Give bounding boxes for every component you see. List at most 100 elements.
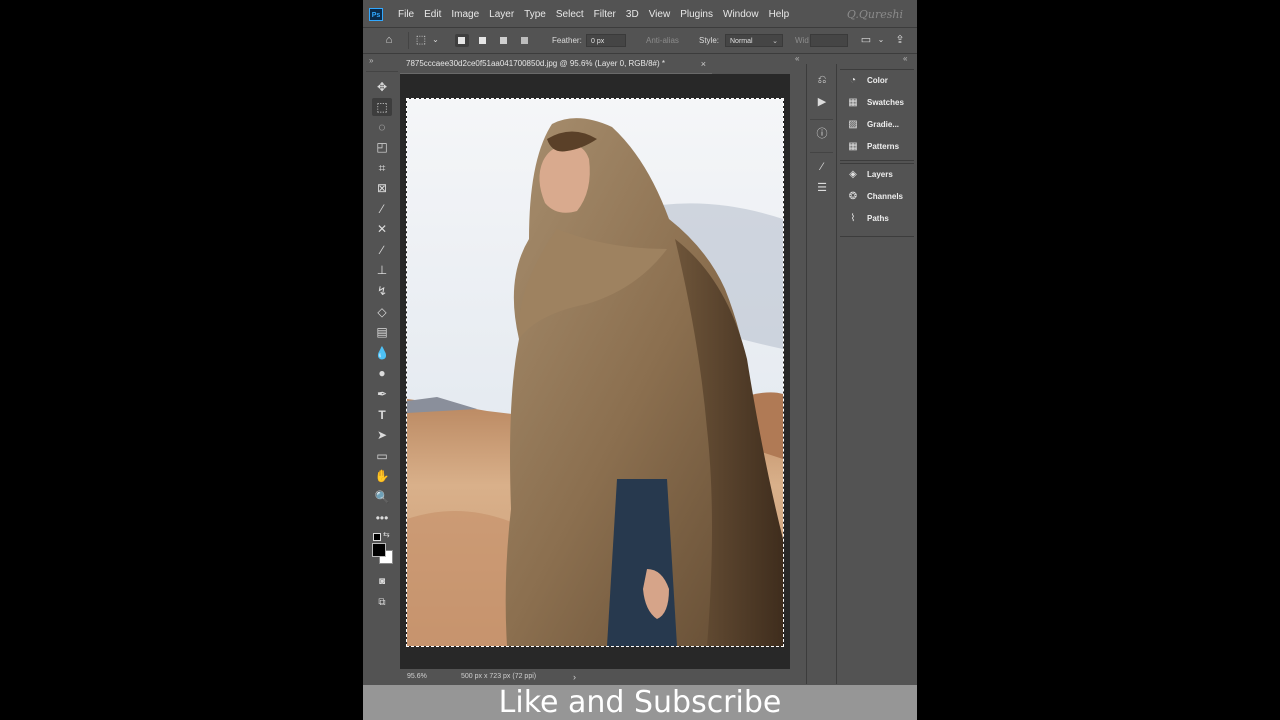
panel-layers[interactable]: ◈ Layers [840, 164, 914, 186]
chevron-down-icon[interactable]: ⌄ [431, 34, 440, 46]
document-tab-title: 7875cccaee30d2ce0f51aa041700850d.jpg @ 9… [406, 59, 665, 68]
panel-label: Patterns [867, 142, 900, 151]
options-bar: ⌂ ⬚ ⌄ Feather: 0 px Anti-alias Style: No… [363, 27, 917, 54]
path-selection-tool-icon[interactable]: ➤ [372, 426, 392, 444]
menu-help[interactable]: Help [764, 3, 795, 27]
photoshop-logo-icon[interactable]: Ps [369, 8, 383, 21]
gradient-tool-icon[interactable]: ▤ [372, 323, 392, 341]
dodge-tool-icon[interactable]: ● [372, 364, 392, 382]
clone-stamp-tool-icon[interactable]: ⊥ [372, 261, 392, 279]
intersect-selection-button[interactable] [518, 34, 532, 47]
adjustments-sliders-icon[interactable]: ☰ [813, 180, 831, 196]
collapse-panels-right-icon[interactable]: « [903, 54, 907, 63]
feather-input[interactable]: 0 px [586, 34, 626, 47]
toolbar: ✥ ⬚ ◌ ◰ ⌗ ⊠ ⁄ ✕ ∕ ⊥ ↯ ◇ ▤ 💧 ● ✒ T ➤ ▭ ✋ … [366, 71, 398, 672]
frame-tool-icon[interactable]: ⊠ [372, 179, 392, 197]
move-tool-icon[interactable]: ✥ [372, 78, 392, 96]
document-canvas[interactable] [406, 98, 784, 647]
crop-tool-icon[interactable]: ⌗ [372, 159, 392, 177]
menu-select[interactable]: Select [551, 3, 589, 27]
canvas-area[interactable] [400, 74, 790, 669]
photoshop-window: Ps File Edit Image Layer Type Select Fil… [363, 0, 917, 720]
paths-pen-icon: ⌇ [850, 213, 856, 224]
collapse-toolbar-icon[interactable]: » [369, 56, 373, 65]
menu-bar: Ps File Edit Image Layer Type Select Fil… [363, 3, 917, 27]
watermark: Q.Qureshi [846, 8, 903, 21]
menu-filter[interactable]: Filter [589, 3, 621, 27]
object-selection-tool-icon[interactable]: ◰ [372, 138, 392, 156]
lasso-tool-icon[interactable]: ◌ [372, 118, 392, 136]
panel-patterns[interactable]: ▦ Patterns [840, 136, 914, 158]
menu-3d[interactable]: 3D [621, 3, 644, 27]
marquee-tool-icon[interactable]: ⬚ [372, 98, 392, 116]
tools-column: » ✥ ⬚ ◌ ◰ ⌗ ⊠ ⁄ ✕ ∕ ⊥ ↯ ◇ ▤ 💧 ● ✒ T ➤ ▭ … [363, 54, 400, 684]
new-selection-button[interactable] [455, 34, 469, 47]
pen-tool-icon[interactable]: ✒ [372, 385, 392, 403]
panel-column: ◔ Color ▦ Swatches ▨ Gradie... ▦ Pattern… [837, 64, 917, 684]
photo-image [407, 99, 783, 646]
menu-items: File Edit Image Layer Type Select Filter… [393, 3, 794, 27]
panel-label: Gradie... [867, 120, 900, 129]
style-label: Style: [699, 36, 720, 45]
blur-tool-icon[interactable]: 💧 [372, 344, 392, 362]
brush-settings-icon[interactable]: ⁄ [813, 159, 831, 175]
zoom-tool-icon[interactable]: 🔍 [372, 488, 392, 506]
eraser-tool-icon[interactable]: ◇ [372, 303, 392, 321]
brush-tool-icon[interactable]: ∕ [372, 241, 392, 259]
healing-brush-tool-icon[interactable]: ✕ [372, 220, 392, 238]
panel-label: Paths [867, 214, 889, 223]
info-icon[interactable]: ⓘ [813, 126, 831, 142]
panel-paths[interactable]: ⌇ Paths [840, 208, 914, 230]
menu-file[interactable]: File [393, 3, 419, 27]
more-tools-icon[interactable]: ••• [372, 509, 392, 527]
panel-gradients[interactable]: ▨ Gradie... [840, 114, 914, 136]
default-colors-icon[interactable] [373, 533, 381, 541]
hand-tool-icon[interactable]: ✋ [372, 467, 392, 485]
style-select-value: Normal [730, 38, 753, 45]
zoom-level[interactable]: 95.6% [407, 669, 427, 685]
width-label: Wid [795, 36, 809, 45]
menu-plugins[interactable]: Plugins [675, 3, 718, 27]
menu-window[interactable]: Window [718, 3, 764, 27]
workspace-icon[interactable]: ▭ [860, 34, 872, 46]
subtract-from-selection-button[interactable] [497, 34, 511, 47]
history-brush-tool-icon[interactable]: ↯ [372, 282, 392, 300]
rectangle-tool-icon[interactable]: ▭ [372, 447, 392, 465]
menu-type[interactable]: Type [519, 3, 551, 27]
menu-image[interactable]: Image [446, 3, 484, 27]
panel-channels[interactable]: ❂ Channels [840, 186, 914, 208]
panel-label: Layers [867, 170, 893, 179]
menu-edit[interactable]: Edit [419, 3, 446, 27]
tool-preset-marquee-icon[interactable]: ⬚ [413, 34, 429, 46]
share-icon[interactable]: ⇪ [893, 34, 907, 46]
home-icon[interactable]: ⌂ [381, 34, 397, 46]
width-input[interactable] [810, 34, 848, 47]
menu-layer[interactable]: Layer [484, 3, 519, 27]
history-panel-icon[interactable]: ⎌ [813, 72, 831, 88]
collapse-panels-left-icon[interactable]: « [795, 54, 799, 63]
gradient-icon: ▨ [848, 119, 858, 130]
quick-mask-icon[interactable]: ◙ [372, 573, 392, 591]
chevron-down-icon[interactable]: ⌄ [877, 34, 885, 46]
subscribe-banner: Like and Subscribe [363, 685, 917, 720]
actions-play-icon[interactable]: ▶ [813, 94, 831, 110]
screen-mode-icon[interactable]: ⧉ [372, 594, 392, 612]
close-icon[interactable]: × [701, 54, 706, 74]
eyedropper-tool-icon[interactable]: ⁄ [372, 200, 392, 218]
chevron-down-icon: ⌄ [772, 38, 778, 45]
color-palette-icon: ◔ [849, 75, 857, 86]
banner-text: Like and Subscribe [498, 685, 782, 720]
type-tool-icon[interactable]: T [372, 406, 392, 424]
panel-label: Channels [867, 192, 904, 201]
menu-view[interactable]: View [644, 3, 676, 27]
style-select[interactable]: Normal ⌄ [725, 34, 783, 47]
panel-swatches[interactable]: ▦ Swatches [840, 92, 914, 114]
status-menu-arrow-icon[interactable]: › [573, 669, 576, 685]
document-tab[interactable]: 7875cccaee30d2ce0f51aa041700850d.jpg @ 9… [400, 54, 712, 74]
panel-color[interactable]: ◔ Color [840, 70, 914, 92]
anti-alias-checkbox[interactable]: Anti-alias [646, 28, 679, 53]
swap-colors-icon[interactable]: ⇆ [383, 530, 390, 539]
foreground-color-swatch[interactable] [372, 543, 386, 557]
panel-group-layers: ◈ Layers ❂ Channels ⌇ Paths [840, 163, 914, 237]
add-to-selection-button[interactable] [476, 34, 490, 47]
